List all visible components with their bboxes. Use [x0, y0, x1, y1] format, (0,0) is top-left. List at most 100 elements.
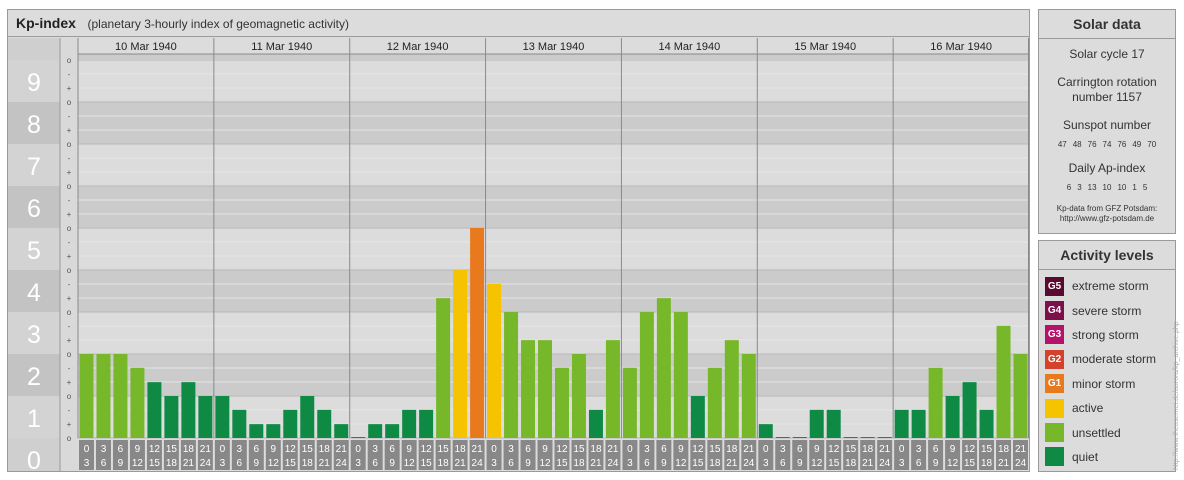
interval-start-label: 3 [237, 444, 243, 455]
interval-end-label: 24 [472, 458, 484, 469]
interval-start-label: 12 [149, 444, 161, 455]
legend-label: strong storm [1072, 327, 1139, 342]
interval-end-label: 6 [237, 458, 243, 469]
swatch-g1: G1 [1045, 374, 1064, 394]
ap-value: 13 [1087, 183, 1097, 192]
swatch-active [1045, 398, 1064, 418]
kp-bar [181, 382, 196, 438]
kp-bar [215, 396, 230, 438]
minor-tick-label: - [68, 280, 71, 289]
interval-end-label: 18 [981, 458, 993, 469]
interval-end-label: 18 [166, 458, 178, 469]
legend-item-g3: G3 strong storm [1039, 323, 1175, 347]
interval-end-label: 18 [302, 458, 314, 469]
kp-chart: 0123456789o+-o+-o+-o+-o+-o+-o+-o+-o+-o03… [8, 38, 1029, 471]
interval-end-label: 18 [573, 458, 585, 469]
legend-label: severe storm [1072, 303, 1142, 318]
interval-end-label: 9 [254, 458, 260, 469]
y-tick-label: 9 [27, 69, 41, 97]
interval-start-label: 9 [406, 444, 412, 455]
kp-bar [385, 424, 400, 438]
legend-item-active: active [1039, 396, 1175, 420]
minor-tick-label: o [67, 224, 72, 233]
day-label: 10 Mar 1940 [115, 41, 177, 53]
swatch-g4: G4 [1045, 301, 1064, 321]
activity-levels-heading: Activity levels [1039, 241, 1175, 270]
legend-item-g4: G4 severe storm [1039, 298, 1175, 322]
sunspot-label: Sunspot number [1062, 118, 1152, 132]
ap-value: 10 [1117, 183, 1127, 192]
interval-start-label: 18 [862, 444, 874, 455]
interval-end-label: 3 [763, 458, 769, 469]
y-tick-label: 4 [27, 279, 41, 307]
minor-tick-label: - [68, 154, 71, 163]
minor-tick-label: - [68, 70, 71, 79]
interval-start-label: 3 [372, 444, 378, 455]
gfz-link[interactable]: http://www.gfz-potsdam.de [1039, 214, 1175, 224]
sunspot-value: 76 [1087, 140, 1097, 149]
minor-tick-label: o [67, 350, 72, 359]
interval-start-label: 3 [101, 444, 107, 455]
interval-start-label: 21 [336, 444, 348, 455]
kp-bar [571, 354, 586, 438]
interval-start-label: 21 [879, 444, 891, 455]
interval-start-label: 3 [916, 444, 922, 455]
interval-start-label: 21 [200, 444, 212, 455]
kp-bar [911, 409, 926, 438]
y-tick-label: 2 [27, 363, 41, 391]
kp-bar [894, 409, 909, 438]
kp-bar [317, 409, 332, 438]
interval-end-label: 21 [590, 458, 602, 469]
interval-start-label: 21 [472, 444, 484, 455]
legend-label: minor storm [1072, 376, 1136, 391]
interval-end-label: 21 [998, 458, 1010, 469]
interval-end-label: 24 [607, 458, 619, 469]
sunspot-value: 49 [1132, 140, 1142, 149]
interval-start-label: 0 [491, 444, 497, 455]
interval-start-label: 15 [981, 444, 993, 455]
minor-tick-label: o [67, 56, 72, 65]
interval-end-label: 6 [780, 458, 786, 469]
interval-start-label: 18 [455, 444, 467, 455]
kp-bar [707, 367, 722, 438]
interval-start-label: 9 [678, 444, 684, 455]
solar-cycle: Solar cycle 17 [1069, 47, 1145, 61]
sunspot-value: 70 [1147, 140, 1157, 149]
interval-start-label: 15 [573, 444, 585, 455]
interval-end-label: 9 [933, 458, 939, 469]
interval-start-label: 6 [661, 444, 667, 455]
minor-tick-label: + [67, 420, 72, 429]
legend-item-g1: G1 minor storm [1039, 372, 1175, 396]
interval-start-label: 18 [726, 444, 738, 455]
interval-start-label: 15 [302, 444, 314, 455]
legend-label: unsettled [1072, 425, 1121, 440]
kp-bar [96, 354, 111, 438]
minor-tick-label: - [68, 406, 71, 415]
interval-end-label: 9 [661, 458, 667, 469]
interval-start-label: 9 [542, 444, 548, 455]
y-tick-label: 1 [27, 405, 41, 433]
kp-bar [147, 382, 162, 438]
minor-tick-label: - [68, 196, 71, 205]
kp-bar [673, 312, 688, 438]
minor-tick-label: o [67, 392, 72, 401]
kp-bar [453, 270, 468, 438]
interval-end-label: 15 [964, 458, 976, 469]
kp-bar [130, 367, 145, 438]
kp-band [78, 228, 1029, 270]
interval-start-label: 3 [644, 444, 650, 455]
interval-start-label: 18 [998, 444, 1010, 455]
minor-tick-label: o [67, 140, 72, 149]
interval-start-label: 6 [118, 444, 124, 455]
ap-index-values: 6 3 13 10 10 1 5 [1039, 183, 1175, 192]
interval-start-label: 12 [556, 444, 568, 455]
minor-tick-label: + [67, 378, 72, 387]
ap-index-label: Daily Ap-index [1068, 161, 1146, 175]
kp-bar [809, 409, 824, 438]
interval-start-label: 12 [828, 444, 840, 455]
kp-bar [300, 396, 315, 438]
kp-bar [1013, 354, 1028, 438]
interval-end-label: 12 [404, 458, 416, 469]
interval-start-label: 6 [797, 444, 803, 455]
kp-bar [860, 437, 875, 438]
